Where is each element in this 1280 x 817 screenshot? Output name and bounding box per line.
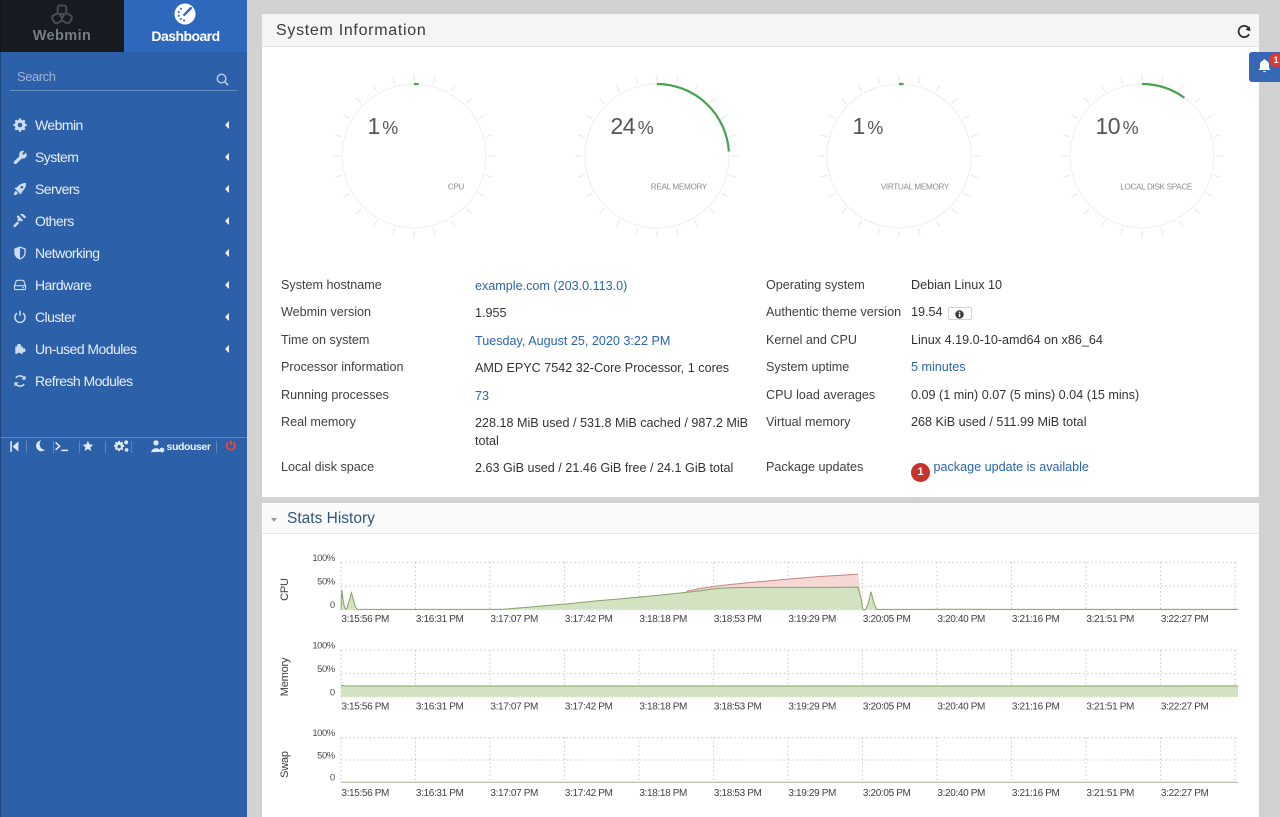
svg-text:3:15:56 PM: 3:15:56 PM: [341, 702, 389, 713]
svg-text:3:21:16 PM: 3:21:16 PM: [1012, 614, 1060, 625]
svg-text:24%: 24%: [610, 112, 653, 138]
svg-text:3:16:31 PM: 3:16:31 PM: [416, 702, 464, 713]
svg-text:3:17:42 PM: 3:17:42 PM: [565, 788, 613, 799]
svg-text:CPU: CPU: [448, 182, 465, 191]
svg-text:3:21:51 PM: 3:21:51 PM: [1086, 614, 1134, 625]
svg-text:REAL MEMORY: REAL MEMORY: [650, 182, 707, 191]
svg-text:1%: 1%: [853, 112, 884, 138]
svg-text:3:20:40 PM: 3:20:40 PM: [937, 702, 985, 713]
svg-text:3:21:51 PM: 3:21:51 PM: [1086, 702, 1134, 713]
svg-text:Memory: Memory: [279, 657, 291, 696]
svg-text:3:22:27 PM: 3:22:27 PM: [1161, 614, 1209, 625]
svg-text:3:17:42 PM: 3:17:42 PM: [565, 702, 613, 713]
svg-text:3:18:53 PM: 3:18:53 PM: [714, 788, 762, 799]
svg-text:50%: 50%: [317, 664, 336, 675]
svg-text:0: 0: [330, 773, 335, 784]
svg-text:3:21:16 PM: 3:21:16 PM: [1012, 788, 1060, 799]
svg-text:3:20:40 PM: 3:20:40 PM: [937, 614, 985, 625]
svg-text:3:17:07 PM: 3:17:07 PM: [490, 614, 538, 625]
svg-text:3:18:18 PM: 3:18:18 PM: [639, 702, 687, 713]
svg-text:3:17:42 PM: 3:17:42 PM: [565, 614, 613, 625]
svg-text:Swap: Swap: [279, 751, 291, 778]
svg-text:3:19:29 PM: 3:19:29 PM: [788, 788, 836, 799]
svg-text:0: 0: [330, 600, 335, 611]
svg-text:10%: 10%: [1095, 112, 1138, 138]
svg-text:CPU: CPU: [279, 578, 291, 601]
svg-text:3:15:56 PM: 3:15:56 PM: [341, 788, 389, 799]
svg-text:3:18:53 PM: 3:18:53 PM: [714, 702, 762, 713]
svg-text:3:17:07 PM: 3:17:07 PM: [490, 702, 538, 713]
svg-text:3:16:31 PM: 3:16:31 PM: [416, 614, 464, 625]
svg-text:3:20:05 PM: 3:20:05 PM: [863, 788, 911, 799]
svg-text:3:18:18 PM: 3:18:18 PM: [639, 614, 687, 625]
svg-text:3:15:56 PM: 3:15:56 PM: [341, 614, 389, 625]
svg-text:3:22:27 PM: 3:22:27 PM: [1161, 702, 1209, 713]
svg-text:3:19:29 PM: 3:19:29 PM: [788, 702, 836, 713]
svg-text:3:22:27 PM: 3:22:27 PM: [1161, 788, 1209, 799]
svg-text:50%: 50%: [317, 577, 336, 588]
svg-text:3:16:31 PM: 3:16:31 PM: [416, 788, 464, 799]
svg-text:50%: 50%: [317, 750, 336, 761]
svg-text:100%: 100%: [312, 553, 335, 564]
svg-text:3:21:51 PM: 3:21:51 PM: [1086, 788, 1134, 799]
svg-text:3:19:29 PM: 3:19:29 PM: [788, 614, 836, 625]
svg-text:3:18:53 PM: 3:18:53 PM: [714, 614, 762, 625]
svg-text:3:21:16 PM: 3:21:16 PM: [1012, 702, 1060, 713]
svg-text:VIRTUAL MEMORY: VIRTUAL MEMORY: [881, 182, 950, 191]
svg-text:3:20:05 PM: 3:20:05 PM: [863, 614, 911, 625]
svg-text:3:18:18 PM: 3:18:18 PM: [639, 788, 687, 799]
svg-text:3:20:40 PM: 3:20:40 PM: [937, 788, 985, 799]
svg-text:1%: 1%: [368, 112, 399, 138]
svg-text:3:20:05 PM: 3:20:05 PM: [863, 702, 911, 713]
svg-text:0: 0: [330, 687, 335, 698]
svg-text:100%: 100%: [312, 728, 335, 739]
svg-text:3:17:07 PM: 3:17:07 PM: [490, 788, 538, 799]
svg-text:LOCAL DISK SPACE: LOCAL DISK SPACE: [1120, 182, 1193, 191]
svg-text:100%: 100%: [312, 640, 335, 651]
